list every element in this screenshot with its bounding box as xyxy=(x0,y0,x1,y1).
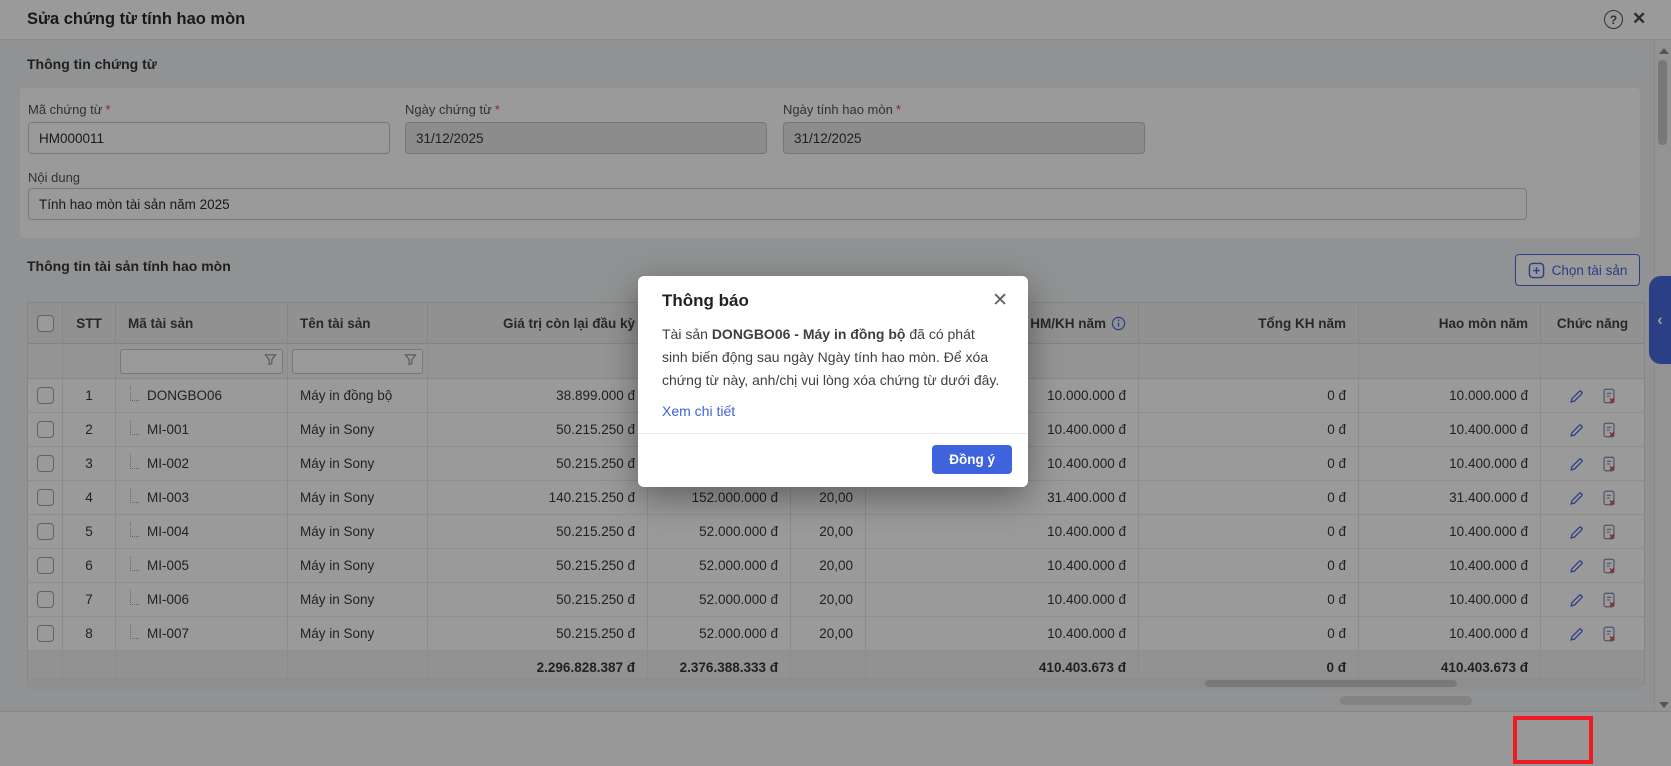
notification-modal: Thông báo ✕ Tài sản DONGBO06 - Máy in đồ… xyxy=(638,276,1028,487)
modal-body-text: Tài sản DONGBO06 - Máy in đồng bộ đã có … xyxy=(638,315,1028,392)
asset-name-bold: DONGBO06 - Máy in đồng bộ xyxy=(712,326,906,342)
view-details-link[interactable]: Xem chi tiết xyxy=(638,392,1028,419)
modal-close-icon[interactable]: ✕ xyxy=(992,291,1008,310)
ok-button[interactable]: Đồng ý xyxy=(932,445,1012,474)
modal-footer: Đồng ý xyxy=(638,433,1028,487)
edit-depreciation-dialog: Sửa chứng từ tính hao mòn ? ✕ Thông tin … xyxy=(0,0,1671,766)
modal-title: Thông báo xyxy=(662,291,749,311)
modal-header: Thông báo ✕ xyxy=(638,276,1028,315)
